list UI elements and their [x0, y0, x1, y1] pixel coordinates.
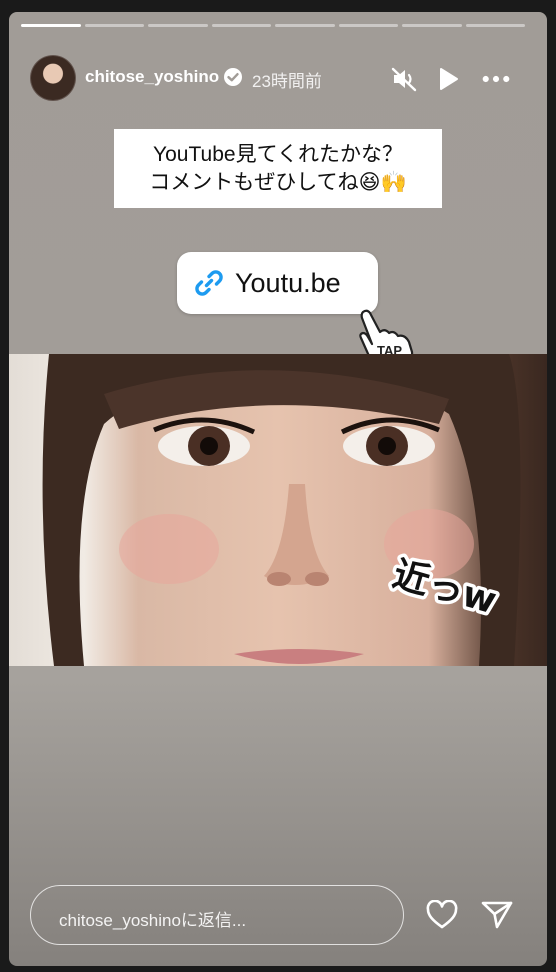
- chika-sticker-label: 近っw: [388, 554, 500, 622]
- reply-placeholder: chitose_yoshinoに返信...: [59, 911, 247, 930]
- link-sticker-label: Youtu.be: [235, 267, 341, 298]
- mute-icon[interactable]: [390, 65, 418, 93]
- link-sticker[interactable]: Youtu.be: [177, 252, 378, 314]
- more-icon[interactable]: [482, 65, 510, 93]
- story-header: chitose_yoshino 23時間前: [0, 0, 556, 110]
- caption-line-2: コメントもぜひしてね😆🙌: [149, 171, 407, 194]
- play-icon[interactable]: [434, 65, 462, 93]
- story-caption: YouTube見てくれたかな？ コメントもぜひしてね😆🙌: [114, 129, 442, 208]
- link-icon: [193, 267, 225, 299]
- verified-icon: [224, 68, 242, 86]
- heart-icon[interactable]: [425, 898, 459, 932]
- caption-line-1: YouTube見てくれたかな？: [153, 143, 403, 166]
- avatar[interactable]: [30, 55, 76, 101]
- send-icon[interactable]: [480, 898, 514, 932]
- reply-input[interactable]: chitose_yoshinoに返信...: [30, 885, 404, 945]
- username[interactable]: chitose_yoshino: [85, 67, 219, 87]
- timestamp: 23時間前: [252, 72, 322, 91]
- chika-sticker: 近っw: [382, 548, 510, 628]
